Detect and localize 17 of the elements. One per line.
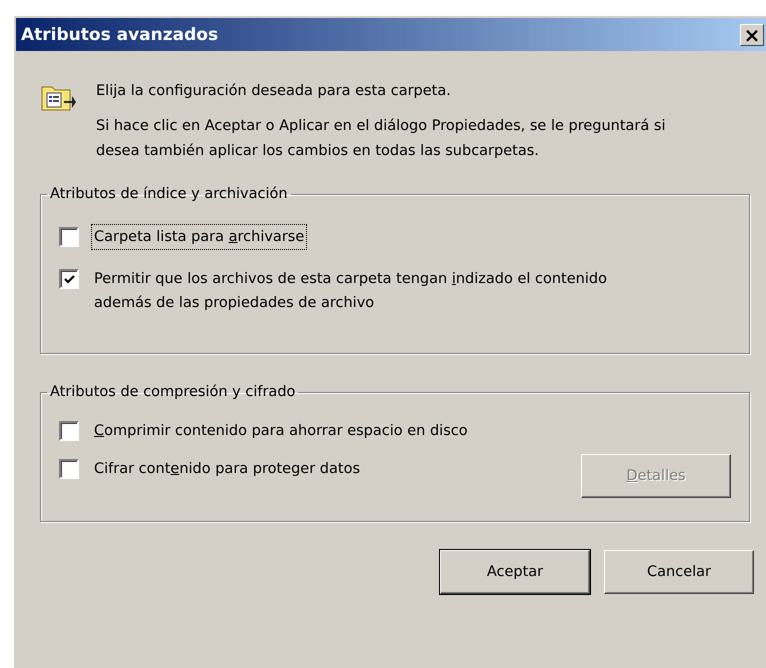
checkbox[interactable] [59,421,79,441]
description-text: Si hace clic en Aceptar o Aplicar en el diálogo Propiedades, se le preguntará si desea también aplicar los cambios en todas las subcarpetas. [96,117,666,161]
group-title: Atributos de compresión y cifrado [49,384,296,400]
checkbox-label[interactable]: Comprimir contenido para ahorrar espacio en disco [91,418,667,444]
checkmark-icon [64,274,74,284]
checkbox-label[interactable]: Permitir que los archivos de esta carpeta tengan indizado el contenido además de las propiedades de archivo [91,266,667,316]
window-title: Atributos avanzados [21,24,218,44]
checkbox[interactable] [59,459,79,479]
description-text: Elija la configuración deseada para esta carpeta. [96,82,452,101]
checkbox[interactable] [59,227,79,247]
group-title: Atributos de índice y archivación [49,186,289,202]
checkbox[interactable] [59,269,79,289]
dialog-button[interactable]: Aceptar [440,550,590,594]
close-button[interactable]: × [740,24,764,46]
checkbox-label[interactable]: Carpeta lista para archivarse [91,224,308,250]
checkbox-label[interactable]: Cifrar contenido para proteger datos [91,456,363,482]
dialog-button[interactable]: Cancelar [604,550,754,594]
